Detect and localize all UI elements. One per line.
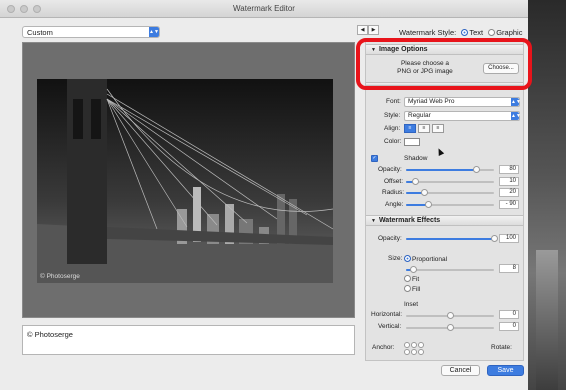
preset-dropdown[interactable]: Custom ▲▼ [22, 26, 160, 38]
size-proportional-radio[interactable] [404, 255, 411, 262]
slider-knob[interactable] [411, 178, 419, 185]
image-options-highlight [356, 38, 532, 90]
effects-opacity-slider[interactable] [406, 235, 498, 242]
watermark-style-control: Watermark Style: Text Graphic [399, 28, 522, 37]
anchor-point[interactable] [418, 342, 424, 348]
inset-vertical-label: Vertical: [378, 323, 402, 330]
shadow-offset-slider[interactable] [406, 178, 494, 185]
size-fit-radio[interactable] [404, 275, 411, 282]
inset-vertical-slider[interactable] [406, 324, 494, 331]
preview-area: © Photoserge [22, 42, 355, 318]
shadow-offset-field[interactable]: 10 [499, 177, 519, 186]
window-title: Watermark Editor [233, 4, 295, 13]
disclosure-triangle-icon: ▼ [371, 218, 376, 224]
anchor-point[interactable] [411, 349, 417, 355]
style-dropdown[interactable]: Regular ▲▼ [404, 111, 521, 121]
align-label: Align: [384, 125, 401, 132]
shadow-opacity-slider[interactable] [406, 166, 494, 173]
shadow-offset-label: Offset: [384, 178, 404, 185]
preset-value: Custom [27, 28, 53, 37]
slider-knob[interactable] [447, 324, 454, 331]
shadow-checkbox[interactable]: ✓ [371, 155, 378, 162]
effects-opacity-label: Opacity: [378, 235, 402, 242]
anchor-point[interactable] [404, 342, 410, 348]
font-value: Myriad Web Pro [408, 98, 455, 105]
text-color-swatch[interactable] [404, 138, 420, 146]
slider-knob[interactable] [473, 166, 481, 173]
font-label: Font: [386, 98, 401, 105]
size-fill-option: Fill [404, 285, 420, 293]
shadow-label: Shadow [404, 155, 428, 162]
size-proportional-option: Proportional [404, 255, 447, 263]
watermark-text-input[interactable]: © Photoserge [22, 325, 355, 355]
anchor-point[interactable] [411, 342, 417, 348]
size-fit-option: Fit [404, 275, 419, 283]
size-proportional-label: Proportional [412, 256, 448, 263]
align-right-icon: ≡ [436, 125, 440, 131]
cancel-button[interactable]: Cancel [441, 365, 480, 376]
shadow-opacity-label: Opacity: [378, 166, 402, 173]
bridge-photo-image [37, 79, 333, 283]
anchor-grid[interactable] [404, 342, 426, 360]
align-center-icon: ≡ [422, 125, 426, 131]
rotate-label: Rotate: [491, 344, 512, 351]
size-slider[interactable] [406, 266, 494, 273]
watermark-effects-header[interactable]: ▼ Watermark Effects [366, 215, 523, 226]
align-right-button[interactable]: ≡ [432, 124, 444, 133]
anchor-point[interactable] [404, 349, 410, 355]
slider-knob[interactable] [447, 312, 454, 319]
watermark-effects-title: Watermark Effects [378, 217, 441, 224]
slider-knob[interactable] [425, 201, 432, 208]
slider-knob[interactable] [491, 235, 498, 242]
shadow-radius-field[interactable]: 20 [499, 188, 519, 197]
arrow-right-icon: ▶ [371, 27, 376, 33]
color-label: Color: [384, 138, 402, 145]
background-tower [536, 250, 558, 390]
size-fill-radio[interactable] [404, 285, 411, 292]
inset-horizontal-slider[interactable] [406, 312, 494, 319]
dropdown-arrows-icon: ▲▼ [511, 98, 521, 106]
shadow-radius-slider[interactable] [406, 189, 494, 196]
shadow-angle-label: Angle: [385, 201, 404, 208]
align-left-icon: ≡ [408, 125, 412, 131]
style-text-label: Text [469, 28, 484, 37]
inset-horizontal-label: Horizontal: [371, 311, 403, 318]
anchor-point[interactable] [418, 349, 424, 355]
next-image-button[interactable]: ▶ [368, 25, 379, 35]
desktop-background [528, 0, 566, 390]
title-bar: Watermark Editor [0, 0, 528, 18]
style-graphic-label: Graphic [496, 28, 523, 37]
style-value: Regular [408, 112, 431, 119]
font-dropdown[interactable]: Myriad Web Pro ▲▼ [404, 97, 521, 107]
arrow-left-icon: ◀ [360, 27, 365, 33]
dropdown-arrows-icon: ▲▼ [149, 27, 159, 37]
previous-image-button[interactable]: ◀ [357, 25, 368, 35]
shadow-opacity-field[interactable]: 80 [499, 165, 519, 174]
dropdown-arrows-icon: ▲▼ [511, 112, 521, 120]
watermark-style-label: Watermark Style: [399, 28, 457, 37]
size-fill-label: Fill [412, 286, 421, 293]
inset-label: Inset [404, 301, 419, 308]
align-center-button[interactable]: ≡ [418, 124, 430, 133]
slider-knob[interactable] [410, 266, 418, 273]
shadow-radius-label: Radius: [382, 189, 405, 196]
preview-watermark-text: © Photoserge [40, 273, 80, 280]
slider-knob[interactable] [420, 189, 428, 196]
inset-vertical-field[interactable]: 0 [499, 322, 519, 331]
shadow-angle-field[interactable]: - 90 [499, 200, 519, 209]
save-button[interactable]: Save [487, 365, 524, 376]
size-label: Size: [388, 255, 403, 262]
style-text-radio[interactable] [461, 29, 469, 36]
effects-opacity-field[interactable]: 100 [499, 234, 519, 243]
anchor-label: Anchor: [372, 344, 395, 351]
inset-horizontal-field[interactable]: 0 [499, 310, 519, 319]
size-value-field[interactable]: 8 [499, 264, 519, 273]
shadow-angle-slider[interactable] [406, 201, 494, 208]
align-left-button[interactable]: ≡ [404, 124, 416, 133]
style-graphic-radio[interactable] [488, 29, 496, 36]
style-label: Style: [384, 112, 401, 119]
size-fit-label: Fit [412, 276, 420, 283]
watermark-text-value: © Photoserge [27, 330, 73, 339]
preview-photo: © Photoserge [37, 79, 333, 283]
